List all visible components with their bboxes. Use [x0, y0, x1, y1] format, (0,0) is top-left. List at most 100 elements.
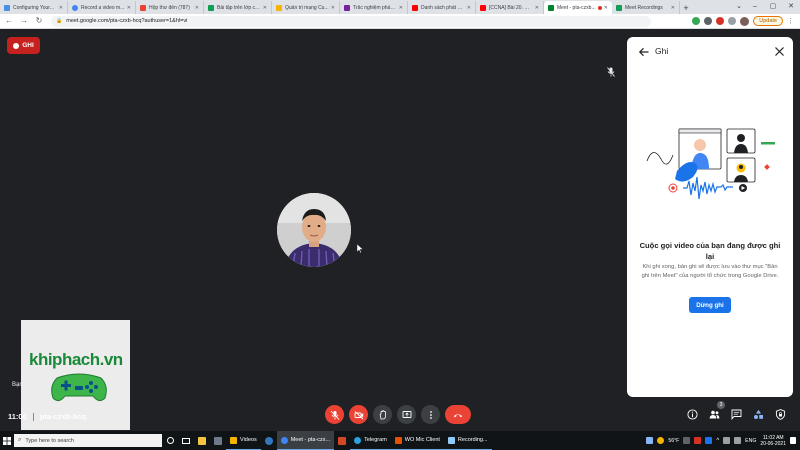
extension-icon[interactable]	[716, 17, 725, 25]
more-vert-icon	[429, 410, 432, 419]
tab-close-icon[interactable]: ✕	[467, 5, 471, 11]
window-close-icon[interactable]: ✕	[782, 0, 800, 14]
windows-taskbar: ⌕ Type here to search Videos Meet - pta-…	[0, 431, 800, 450]
info-icon	[687, 409, 698, 420]
tray-app-icon[interactable]	[705, 437, 713, 444]
settings-app-icon[interactable]	[210, 431, 226, 450]
back-icon[interactable]: ←	[3, 15, 15, 27]
browser-tab[interactable]: Trắc nghiệm phần... ✕	[340, 1, 408, 14]
taskbar-app-telegram[interactable]: Telegram	[350, 431, 391, 450]
present-screen-icon	[402, 410, 411, 418]
divider	[32, 412, 34, 421]
forward-icon[interactable]: →	[18, 15, 30, 27]
extension-area: Update ⋮	[692, 16, 800, 26]
browser-tab[interactable]: Danh sách phát củ... ✕	[408, 1, 476, 14]
tab-close-icon[interactable]: ✕	[127, 5, 131, 11]
tab-close-icon[interactable]: ✕	[331, 5, 335, 11]
tab-close-icon[interactable]: ✕	[59, 5, 63, 11]
tab-favicon	[344, 4, 350, 11]
network-icon[interactable]	[723, 437, 731, 444]
participant-avatar	[277, 193, 351, 267]
volume-icon[interactable]	[734, 437, 742, 444]
windows-logo-icon	[3, 436, 11, 445]
taskbar-app-chrome-meet[interactable]: Meet - pta-czx...	[276, 431, 335, 450]
tray-app-icon[interactable]	[694, 437, 702, 444]
tab-close-icon[interactable]: ✕	[535, 5, 539, 11]
meeting-details-button[interactable]	[686, 408, 699, 421]
extension-icon[interactable]	[704, 17, 713, 25]
extension-icon[interactable]	[692, 17, 701, 25]
leave-call-button[interactable]	[445, 405, 471, 424]
browser-tab[interactable]: [CCNA] Bài 20. Cấu... ✕	[476, 1, 544, 14]
screen: Configuring Your... ✕ Record a video m...…	[0, 0, 800, 450]
chevron-up-icon[interactable]: ^	[716, 438, 719, 444]
taskbar-app-videos[interactable]: Videos	[226, 431, 261, 450]
raise-hand-button[interactable]	[373, 405, 392, 424]
taskbar-app-recording[interactable]: Recording...	[443, 431, 492, 450]
activities-button[interactable]	[752, 408, 765, 421]
womic-icon	[394, 436, 402, 444]
close-icon[interactable]	[774, 46, 785, 57]
minimize-icon[interactable]: –	[746, 0, 764, 14]
people-icon	[709, 410, 720, 419]
more-options-button[interactable]	[421, 405, 440, 424]
tab-close-icon[interactable]: ✕	[671, 5, 675, 11]
browser-tab-bar: Configuring Your... ✕ Record a video m...…	[0, 0, 800, 14]
task-view-icon[interactable]	[178, 431, 194, 450]
khiphach-logo: khiphach.vn	[29, 350, 125, 410]
maximize-icon[interactable]: ▢	[764, 0, 782, 14]
people-tray-icon[interactable]	[646, 437, 654, 444]
profile-avatar[interactable]	[740, 16, 750, 26]
cortana-icon[interactable]	[162, 431, 178, 450]
meet-stage: GHI khiphach.vn Bạn 11:00 pta-czxb-hcq 3…	[0, 30, 800, 430]
weather-text[interactable]: 56°F	[668, 438, 679, 444]
taskbar-clock[interactable]: 11:02 AM 20-06-2021	[760, 435, 786, 447]
url-text: meet.google.com/pta-czxb-hcq?authuser=1&…	[66, 18, 188, 24]
tab-close-icon[interactable]: ✕	[195, 5, 199, 11]
new-tab-button[interactable]: +	[680, 2, 692, 14]
lock-icon: 🔒	[56, 18, 63, 24]
participants-button[interactable]	[708, 408, 721, 421]
browser-tab[interactable]: Configuring Your... ✕	[0, 1, 68, 14]
menu-icon[interactable]: ⋮	[787, 17, 794, 25]
taskbar-search-input[interactable]: ⌕ Type here to search	[14, 434, 162, 447]
start-button[interactable]	[0, 431, 14, 450]
recording-description: Khi ghi xong, bản ghi sẽ được lưu vào th…	[641, 264, 779, 279]
tray-app-icon[interactable]	[683, 437, 691, 444]
chat-button[interactable]	[730, 408, 743, 421]
browser-tab-active[interactable]: Meet - pta-czxb... ✕	[544, 1, 612, 14]
edge-icon[interactable]	[261, 431, 277, 450]
powerpoint-icon[interactable]	[334, 431, 350, 450]
language-indicator[interactable]: ENG	[745, 438, 756, 444]
tab-favicon	[4, 4, 10, 11]
mic-toggle-button[interactable]	[325, 405, 344, 424]
taskbar-app-womic[interactable]: WO Mic Client	[390, 431, 444, 450]
self-name-label: Bạn	[12, 382, 23, 388]
tab-close-icon[interactable]: ✕	[399, 5, 403, 11]
tab-close-icon[interactable]: ✕	[604, 5, 608, 11]
recording-illustration-icon	[646, 128, 775, 200]
host-controls-button[interactable]	[774, 408, 787, 421]
recording-heading: Cuộc gọi video của bạn đang được ghi lại	[639, 241, 781, 261]
notification-icon[interactable]	[790, 437, 796, 444]
chat-icon	[731, 409, 742, 420]
url-input[interactable]: 🔒 meet.google.com/pta-czxb-hcq?authuser=…	[51, 15, 651, 27]
camera-toggle-button[interactable]	[349, 405, 368, 424]
present-screen-button[interactable]	[397, 405, 416, 424]
file-explorer-icon[interactable]	[194, 431, 210, 450]
puzzle-icon[interactable]	[728, 17, 737, 25]
tab-close-icon[interactable]: ✕	[263, 5, 267, 11]
recording-dot-icon	[597, 5, 602, 10]
browser-tab[interactable]: Record a video m... ✕	[68, 1, 136, 14]
meeting-code[interactable]: pta-czxb-hcq	[40, 412, 86, 421]
reload-icon[interactable]: ↻	[33, 15, 45, 27]
recording-panel: Ghi Cuộc gọi video của bạn đang được ghi…	[627, 37, 793, 397]
stop-recording-button[interactable]: Dừng ghi	[689, 297, 731, 313]
update-button[interactable]: Update	[753, 16, 783, 26]
browser-tab[interactable]: Meet Recordings ✕	[612, 1, 680, 14]
browser-tab[interactable]: Quản trị mạng Cu... ✕	[272, 1, 340, 14]
back-arrow-icon[interactable]	[638, 46, 650, 58]
browser-tab[interactable]: Hộp thư đến (787) ✕	[136, 1, 204, 14]
panel-title: Ghi	[655, 46, 669, 56]
browser-tab[interactable]: Bài tập trên lớp ch... ✕	[204, 1, 272, 14]
